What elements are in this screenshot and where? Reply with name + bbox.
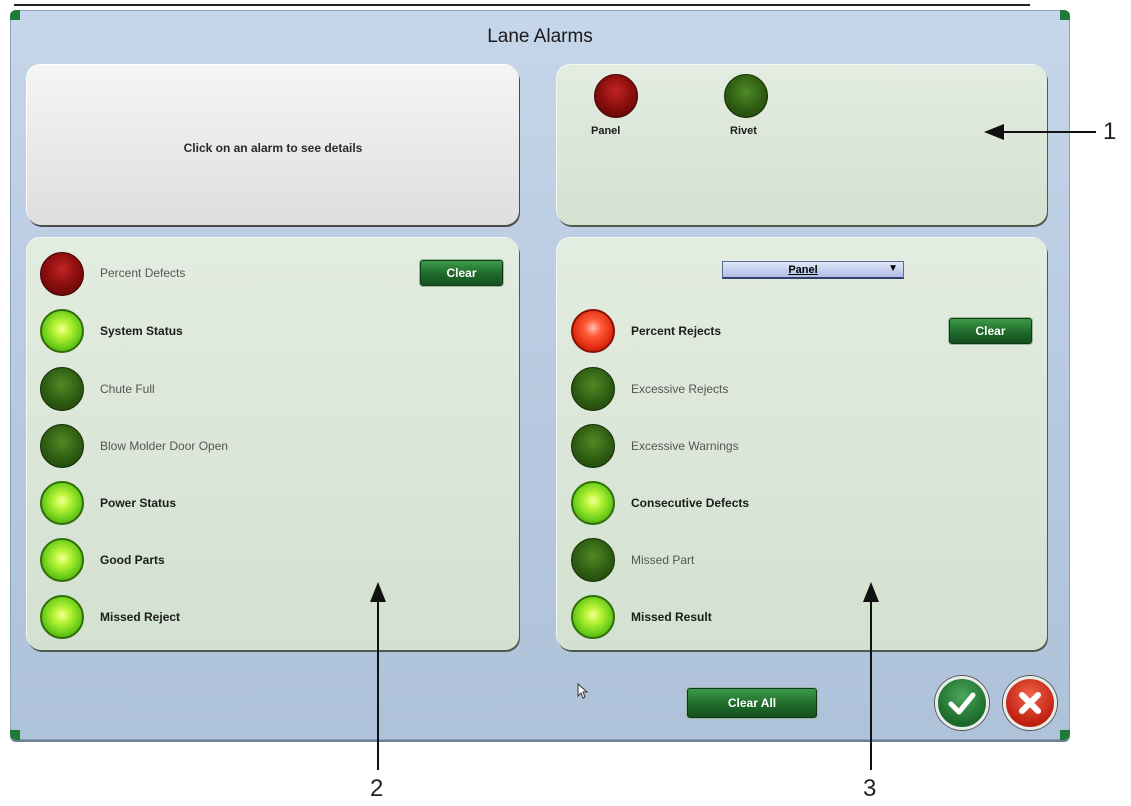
callout-arrow-3 — [863, 582, 879, 770]
callout-arrow-1 — [984, 124, 1096, 140]
callout-arrow-2 — [370, 582, 386, 770]
callout-label-3: 3 — [863, 775, 877, 802]
callout-label-1: 1 — [1103, 118, 1117, 145]
callout-arrows — [370, 124, 1096, 770]
callout-label-2: 2 — [370, 775, 384, 802]
